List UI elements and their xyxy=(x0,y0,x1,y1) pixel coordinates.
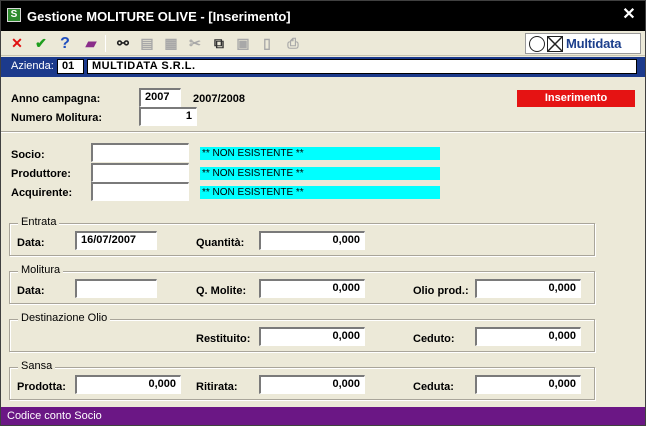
produttore-label: Produttore: xyxy=(11,168,71,180)
confirm-button[interactable]: ✔ xyxy=(31,34,51,53)
header-divider xyxy=(1,131,645,133)
numero-molitura-label: Numero Molitura: xyxy=(11,112,103,124)
socio-label: Socio: xyxy=(11,149,45,161)
book-button[interactable]: ▰ xyxy=(81,34,101,53)
print-button[interactable]: ⎙ xyxy=(283,34,303,53)
window-title: Gestione MOLITURE OLIVE - [Inserimento] xyxy=(27,9,291,24)
new-document-icon: ▯ xyxy=(263,35,271,51)
edit-check-button[interactable]: ▦ xyxy=(161,34,181,53)
main-window: S Gestione MOLITURE OLIVE - [Inserimento… xyxy=(0,0,646,426)
sansa-ritirata-label: Ritirata: xyxy=(196,381,238,393)
cancel-button[interactable]: ✕ xyxy=(7,34,27,53)
toolbar: ✕ ✔ ? ▰ ⚯ ▤ ▦ ✂ ⧉ ▣ ▯ ⎙ Multidata xyxy=(1,31,645,56)
brand-text: Multidata xyxy=(566,36,622,51)
title-bar[interactable]: S Gestione MOLITURE OLIVE - [Inserimento… xyxy=(1,1,645,31)
edit-check-icon: ▦ xyxy=(164,35,178,51)
company-label: Azienda: xyxy=(11,60,54,72)
binoculars-icon: ⚯ xyxy=(117,35,129,51)
confirm-icon: ✔ xyxy=(35,35,47,51)
crossed-box-icon xyxy=(547,36,563,52)
edit-icon: ▤ xyxy=(140,35,154,51)
restituito-field[interactable]: 0,000 xyxy=(259,327,365,346)
sansa-ceduta-label: Ceduta: xyxy=(413,381,454,393)
sansa-prodotta-field[interactable]: 0,000 xyxy=(75,375,181,394)
company-name-field: MULTIDATA S.R.L. xyxy=(87,59,637,74)
help-button[interactable]: ? xyxy=(55,34,75,53)
circle-icon xyxy=(529,36,545,52)
q-molite-label: Q. Molite: xyxy=(196,285,247,297)
quantita-label: Quantità: xyxy=(196,237,245,249)
sansa-prodotta-label: Prodotta: xyxy=(17,381,66,393)
anno-campagna-field[interactable]: 2007 xyxy=(139,88,181,107)
print-icon: ⎙ xyxy=(287,35,299,51)
status-badge: Inserimento xyxy=(517,90,635,107)
brand-logo: Multidata xyxy=(525,33,641,54)
sansa-ritirata-field[interactable]: 0,000 xyxy=(259,375,365,394)
acquirente-label: Acquirente: xyxy=(11,187,73,199)
restituito-label: Restituito: xyxy=(196,333,251,345)
search-button[interactable]: ⚯ xyxy=(113,34,133,53)
numero-molitura-field[interactable]: 1 xyxy=(139,107,197,126)
copy-icon: ⧉ xyxy=(214,35,224,51)
cancel-icon: ✕ xyxy=(11,35,23,51)
ceduto-field[interactable]: 0,000 xyxy=(475,327,581,346)
produttore-field[interactable] xyxy=(91,163,189,182)
app-icon[interactable]: S xyxy=(7,8,21,22)
company-bar: Azienda: 01 MULTIDATA S.R.L. xyxy=(1,57,645,77)
ceduto-label: Ceduto: xyxy=(413,333,455,345)
socio-field[interactable] xyxy=(91,143,189,162)
olio-prod-label: Olio prod.: xyxy=(413,285,469,297)
molitura-data-field[interactable] xyxy=(75,279,157,298)
acquirente-status: ** NON ESISTENTE ** xyxy=(200,186,440,199)
copy-button[interactable]: ⧉ xyxy=(209,34,229,53)
socio-status: ** NON ESISTENTE ** xyxy=(200,147,440,160)
molitura-data-label: Data: xyxy=(17,285,45,297)
quantita-field[interactable]: 0,000 xyxy=(259,231,365,250)
produttore-status: ** NON ESISTENTE ** xyxy=(200,167,440,180)
sansa-ceduta-field[interactable]: 0,000 xyxy=(475,375,581,394)
toolbar-separator xyxy=(105,35,106,52)
new-document-button[interactable]: ▯ xyxy=(257,34,277,53)
company-code-field[interactable]: 01 xyxy=(57,59,84,74)
edit-button[interactable]: ▤ xyxy=(137,34,157,53)
anno-range-text: 2007/2008 xyxy=(193,93,245,105)
entrata-title: Entrata xyxy=(18,216,60,228)
cut-button[interactable]: ✂ xyxy=(185,34,205,53)
help-icon: ? xyxy=(60,35,70,52)
entrata-data-label: Data: xyxy=(17,237,45,249)
close-button[interactable]: ✕ xyxy=(621,6,637,24)
scissors-icon: ✂ xyxy=(189,35,201,51)
paste-icon: ▣ xyxy=(236,35,250,51)
anno-campagna-label: Anno campagna: xyxy=(11,93,101,105)
molitura-title: Molitura xyxy=(18,264,64,276)
q-molite-field[interactable]: 0,000 xyxy=(259,279,365,298)
book-icon: ▰ xyxy=(85,35,97,51)
acquirente-field[interactable] xyxy=(91,182,189,201)
status-bar: Codice conto Socio xyxy=(1,407,645,425)
entrata-data-field[interactable]: 16/07/2007 xyxy=(75,231,157,250)
destinazione-olio-title: Destinazione Olio xyxy=(18,312,111,324)
paste-button[interactable]: ▣ xyxy=(233,34,253,53)
sansa-title: Sansa xyxy=(18,360,56,372)
olio-prod-field[interactable]: 0,000 xyxy=(475,279,581,298)
